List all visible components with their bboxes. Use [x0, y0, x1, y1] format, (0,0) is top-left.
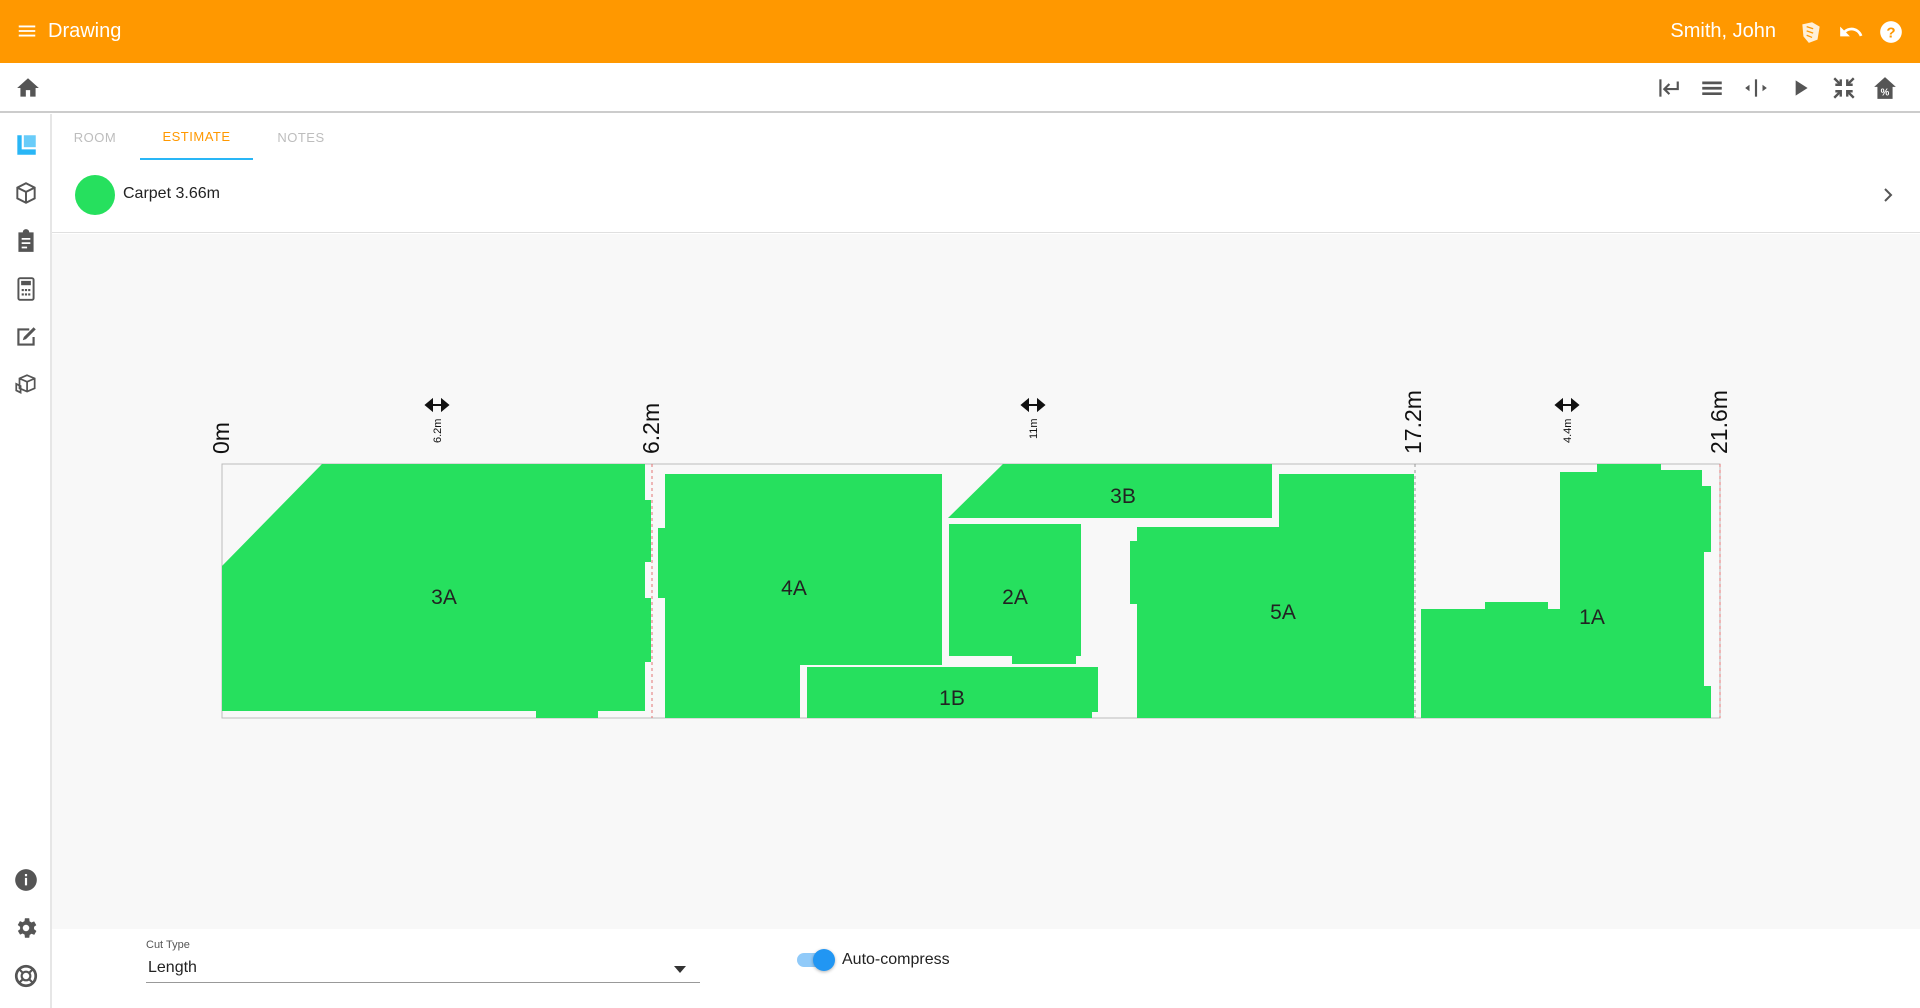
- play-icon[interactable]: [1787, 75, 1813, 101]
- settings-icon[interactable]: [13, 915, 39, 941]
- home-icon[interactable]: [15, 75, 41, 101]
- cut-type-label: Cut Type: [146, 939, 190, 951]
- align-wall-icon[interactable]: [1655, 75, 1681, 101]
- list-icon[interactable]: [1699, 75, 1725, 101]
- span-label: 11m: [1028, 418, 1040, 439]
- compress-icon[interactable]: [1831, 75, 1857, 101]
- auto-compress-toggle[interactable]: [797, 949, 835, 971]
- app-title: Drawing: [48, 20, 122, 42]
- material-color-swatch: [75, 175, 115, 215]
- toolbar: %: [0, 63, 1920, 113]
- house-percent-icon[interactable]: %: [1872, 75, 1898, 101]
- support-icon[interactable]: [13, 963, 39, 989]
- auto-compress-label: Auto-compress: [842, 951, 950, 968]
- info-icon[interactable]: [13, 867, 39, 893]
- svg-text:?: ?: [1886, 24, 1895, 41]
- tab-notes[interactable]: NOTES: [255, 114, 347, 160]
- svg-text:%: %: [1881, 88, 1890, 99]
- piece-label: 5A: [1270, 601, 1296, 624]
- piece-label: 3B: [1110, 485, 1136, 508]
- length-marker: 17.2m: [1400, 390, 1426, 454]
- bottom-controls: Cut Type Length Auto-compress: [52, 929, 1920, 1008]
- sidebar: [0, 114, 52, 1008]
- clipboard-icon[interactable]: [13, 228, 39, 254]
- length-marker: 0m: [208, 422, 234, 454]
- calculator-icon[interactable]: [13, 276, 39, 302]
- user-name[interactable]: Smith, John: [1670, 20, 1776, 43]
- split-icon[interactable]: [1743, 75, 1769, 101]
- span-arrow-icon: [1554, 397, 1580, 413]
- piece-1A[interactable]: [1421, 464, 1711, 718]
- span-arrow-icon: [424, 397, 450, 413]
- cut-type-value: Length: [148, 959, 197, 976]
- boxes-icon[interactable]: [13, 372, 39, 398]
- span-label: 4.4m: [1562, 419, 1574, 443]
- app-bar: Drawing Smith, John ?: [0, 0, 1920, 63]
- edit-icon[interactable]: [13, 324, 39, 350]
- piece-label: 1B: [939, 687, 965, 710]
- piece-label: 2A: [1002, 586, 1028, 609]
- help-icon[interactable]: ?: [1878, 19, 1904, 45]
- toggle-knob: [813, 949, 835, 971]
- dropdown-arrow-icon: [674, 966, 686, 973]
- menu-icon[interactable]: [16, 20, 38, 42]
- piece-label: 4A: [781, 577, 807, 600]
- brand-icon[interactable]: [1798, 19, 1824, 45]
- box-icon[interactable]: [13, 180, 39, 206]
- piece-label: 1A: [1579, 606, 1605, 629]
- cut-type-select[interactable]: Length: [146, 953, 700, 983]
- cut-layout-canvas: 3A 4A 3B 2A 1B 5A 1A 0m 6.2m 17.2m 21.6m: [52, 234, 1920, 929]
- tab-estimate[interactable]: ESTIMATE: [140, 114, 253, 160]
- floor-icon[interactable]: [13, 132, 39, 158]
- length-marker: 21.6m: [1706, 390, 1732, 454]
- chevron-right-icon[interactable]: [1876, 183, 1900, 207]
- tab-bar: ROOM ESTIMATE NOTES: [52, 114, 1920, 160]
- length-marker: 6.2m: [638, 403, 664, 454]
- span-label: 6.2m: [432, 419, 444, 443]
- span-arrow-icon: [1020, 397, 1046, 413]
- undo-icon[interactable]: [1838, 19, 1864, 45]
- piece-label: 3A: [431, 586, 457, 609]
- tab-room[interactable]: ROOM: [52, 114, 138, 160]
- material-row[interactable]: Carpet 3.66m: [52, 163, 1920, 233]
- material-label: Carpet 3.66m: [123, 185, 220, 202]
